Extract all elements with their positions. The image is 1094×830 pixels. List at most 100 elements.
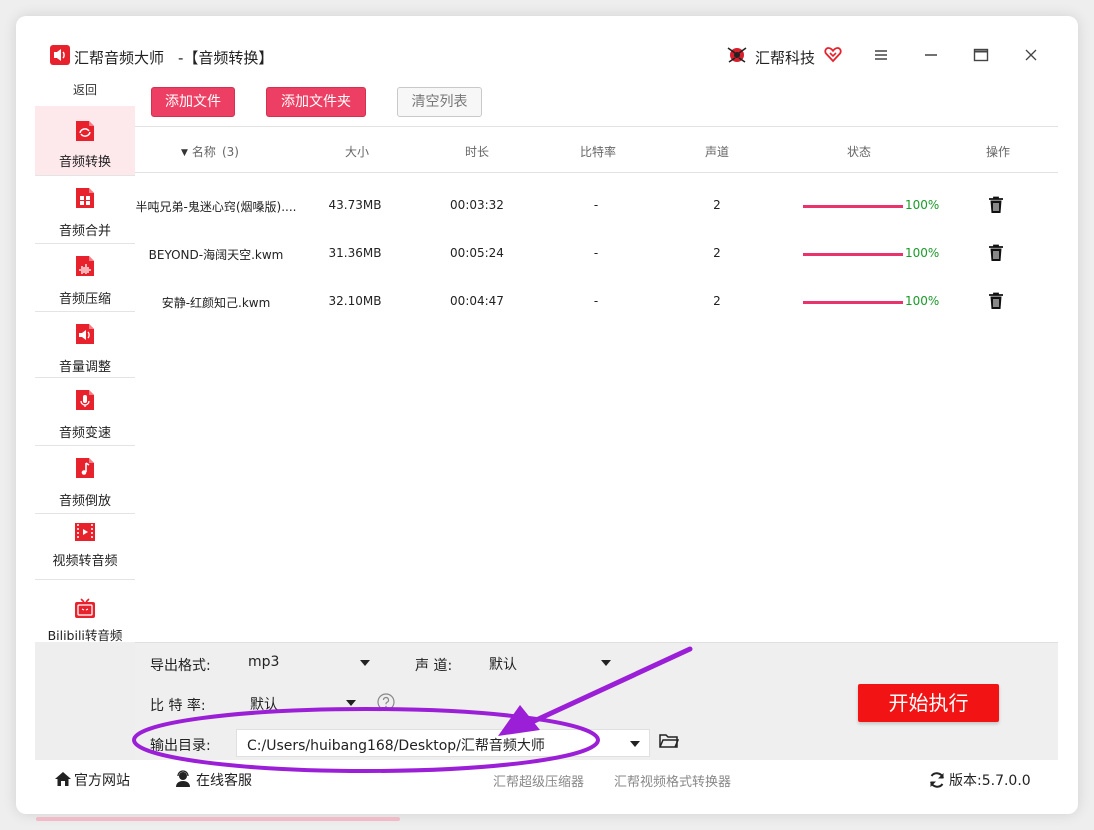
sidebar-footer bbox=[35, 642, 135, 760]
table-row[interactable]: 安静-红颜知己.kwm 32.10MB 00:04:47 - 2 100% bbox=[135, 277, 1058, 325]
back-link[interactable]: 返回 bbox=[35, 84, 135, 106]
chevron-down-icon bbox=[630, 741, 640, 747]
sidebar-item-video-to-audio[interactable]: 视频转音频 bbox=[35, 514, 135, 580]
file-duration: 00:03:32 bbox=[450, 198, 504, 212]
file-bitrate: - bbox=[593, 246, 599, 260]
format-select[interactable]: mp3 bbox=[238, 649, 378, 677]
brand-logo-icon bbox=[727, 47, 747, 63]
title-bar: 汇帮音频大师 -【音频转换】 汇帮科技 bbox=[16, 16, 1078, 88]
sidebar-item-label: 视频转音频 bbox=[52, 554, 118, 569]
version-text: 版本:5.7.0.0 bbox=[949, 773, 1031, 789]
chevron-down-icon bbox=[360, 660, 370, 666]
status-bar: 官方网站 在线客服 汇帮超级压缩器 汇帮视频格式转换器 版本:5.7.0.0 bbox=[16, 760, 1078, 800]
brand-name: 汇帮科技 bbox=[755, 49, 816, 67]
music-note-icon bbox=[76, 458, 94, 478]
output-path: C:/Users/huibang168/Desktop/汇帮音频大师 bbox=[247, 738, 545, 754]
bitrate-value: 默认 bbox=[250, 697, 278, 713]
file-name: 安静-红颜知己.kwm bbox=[161, 296, 271, 310]
trash-icon[interactable] bbox=[988, 244, 1004, 262]
back-label: 返回 bbox=[72, 83, 97, 97]
support-icon bbox=[176, 770, 190, 787]
sidebar-item-label: 音频压缩 bbox=[58, 292, 111, 307]
sidebar-item-reverse[interactable]: 音频倒放 bbox=[35, 446, 135, 514]
video-converter-link[interactable]: 汇帮视频格式转换器 bbox=[614, 771, 731, 790]
progress-bar bbox=[803, 205, 903, 208]
progress-bar bbox=[803, 253, 903, 256]
folder-icon[interactable] bbox=[659, 732, 679, 750]
progress-text: 100% bbox=[905, 294, 940, 308]
clear-list-button[interactable]: 清空列表 bbox=[397, 87, 482, 117]
sidebar-item-speed[interactable]: 音频变速 bbox=[35, 378, 135, 446]
table-header: ▼ 名称 (3) 大小 时长 比特率 声道 状态 操作 bbox=[135, 127, 1058, 173]
format-label: 导出格式: bbox=[150, 658, 211, 674]
file-bitrate: - bbox=[593, 198, 599, 212]
column-header-name[interactable]: ▼ 名称 (3) bbox=[181, 143, 239, 160]
taskbar-highlight bbox=[36, 817, 400, 821]
support-link[interactable]: 在线客服 bbox=[196, 770, 252, 790]
channel-select[interactable]: 默认 bbox=[479, 649, 619, 677]
column-header-channel: 声道 bbox=[705, 145, 730, 159]
channel-value: 默认 bbox=[489, 657, 517, 673]
sort-arrow-icon: ▼ bbox=[181, 148, 188, 158]
add-folder-button[interactable]: 添加文件夹 bbox=[266, 87, 366, 117]
file-duration: 00:05:24 bbox=[450, 246, 504, 260]
bitrate-label: 比 特 率: bbox=[150, 698, 206, 714]
bitrate-select[interactable]: 默认 bbox=[240, 689, 370, 717]
trash-icon[interactable] bbox=[988, 196, 1004, 214]
column-header-status: 状态 bbox=[847, 145, 872, 159]
table-row[interactable]: BEYOND-海阔天空.kwm 31.36MB 00:05:24 - 2 100… bbox=[135, 229, 1058, 277]
website-link[interactable]: 官方网站 bbox=[74, 770, 130, 790]
file-name: BEYOND-海阔天空.kwm bbox=[148, 248, 284, 262]
heart-icon[interactable] bbox=[824, 45, 842, 63]
column-header-operation: 操作 bbox=[986, 145, 1011, 159]
help-icon[interactable] bbox=[377, 693, 395, 711]
sidebar-item-label: 音频转换 bbox=[58, 155, 111, 170]
file-bitrate: - bbox=[593, 294, 599, 308]
tv-icon bbox=[75, 598, 95, 618]
sidebar-item-label: 音频倒放 bbox=[58, 494, 111, 509]
app-logo-icon bbox=[50, 45, 70, 65]
sidebar-item-volume[interactable]: 音量调整 bbox=[35, 312, 135, 378]
menu-icon[interactable] bbox=[872, 46, 890, 64]
table-row[interactable]: 半吨兄弟-鬼迷心窍(烟嗓版).... 43.73MB 00:03:32 - 2 … bbox=[135, 181, 1058, 229]
progress-text: 100% bbox=[905, 198, 940, 212]
column-header-duration: 时长 bbox=[465, 145, 490, 159]
start-button[interactable]: 开始执行 bbox=[858, 684, 999, 722]
file-size: 32.10MB bbox=[328, 294, 382, 308]
column-header-size: 大小 bbox=[345, 145, 370, 159]
sidebar-item-label: 音频变速 bbox=[58, 426, 111, 441]
app-title: 汇帮音频大师 bbox=[74, 49, 165, 67]
channel-label: 声 道: bbox=[415, 658, 453, 674]
sidebar-item-bilibili[interactable]: Bilibili转音频 bbox=[35, 580, 135, 646]
sidebar-item-label: 音量调整 bbox=[58, 360, 111, 375]
column-header-bitrate: 比特率 bbox=[580, 145, 617, 159]
refresh-icon[interactable] bbox=[928, 771, 946, 789]
minimize-icon[interactable] bbox=[922, 46, 940, 64]
close-icon[interactable] bbox=[1022, 46, 1040, 64]
sidebar-item-label: 音频合并 bbox=[58, 224, 111, 239]
trash-icon[interactable] bbox=[988, 292, 1004, 310]
audio-compress-icon bbox=[76, 256, 94, 276]
progress-fill bbox=[803, 301, 903, 304]
column-name-label: 名称 bbox=[191, 145, 216, 159]
format-value: mp3 bbox=[248, 654, 280, 670]
file-duration: 00:04:47 bbox=[450, 294, 504, 308]
audio-merge-icon bbox=[76, 188, 94, 208]
volume-icon bbox=[76, 324, 94, 344]
file-count: (3) bbox=[221, 145, 239, 159]
sidebar-item-audio-convert[interactable]: 音频转换 bbox=[35, 106, 135, 176]
sidebar-item-audio-merge[interactable]: 音频合并 bbox=[35, 176, 135, 244]
output-directory-select[interactable]: C:/Users/huibang168/Desktop/汇帮音频大师 bbox=[236, 729, 650, 757]
progress-fill bbox=[803, 205, 903, 208]
progress-fill bbox=[803, 253, 903, 256]
sidebar-item-audio-compress[interactable]: 音频压缩 bbox=[35, 244, 135, 312]
chevron-down-icon bbox=[601, 660, 611, 666]
settings-panel: 导出格式: mp3 声 道: 默认 比 特 率: 默认 输出目录: C:/Use… bbox=[135, 642, 1058, 760]
progress-bar bbox=[803, 301, 903, 304]
file-list-panel: 添加文件 添加文件夹 清空列表 ▼ 名称 (3) 大小 时长 比特率 声道 状态 操… bbox=[135, 79, 1058, 643]
add-file-button[interactable]: 添加文件 bbox=[151, 87, 235, 117]
maximize-icon[interactable] bbox=[972, 46, 990, 64]
file-size: 31.36MB bbox=[328, 246, 382, 260]
microphone-icon bbox=[76, 390, 94, 410]
compressor-link[interactable]: 汇帮超级压缩器 bbox=[493, 771, 584, 790]
